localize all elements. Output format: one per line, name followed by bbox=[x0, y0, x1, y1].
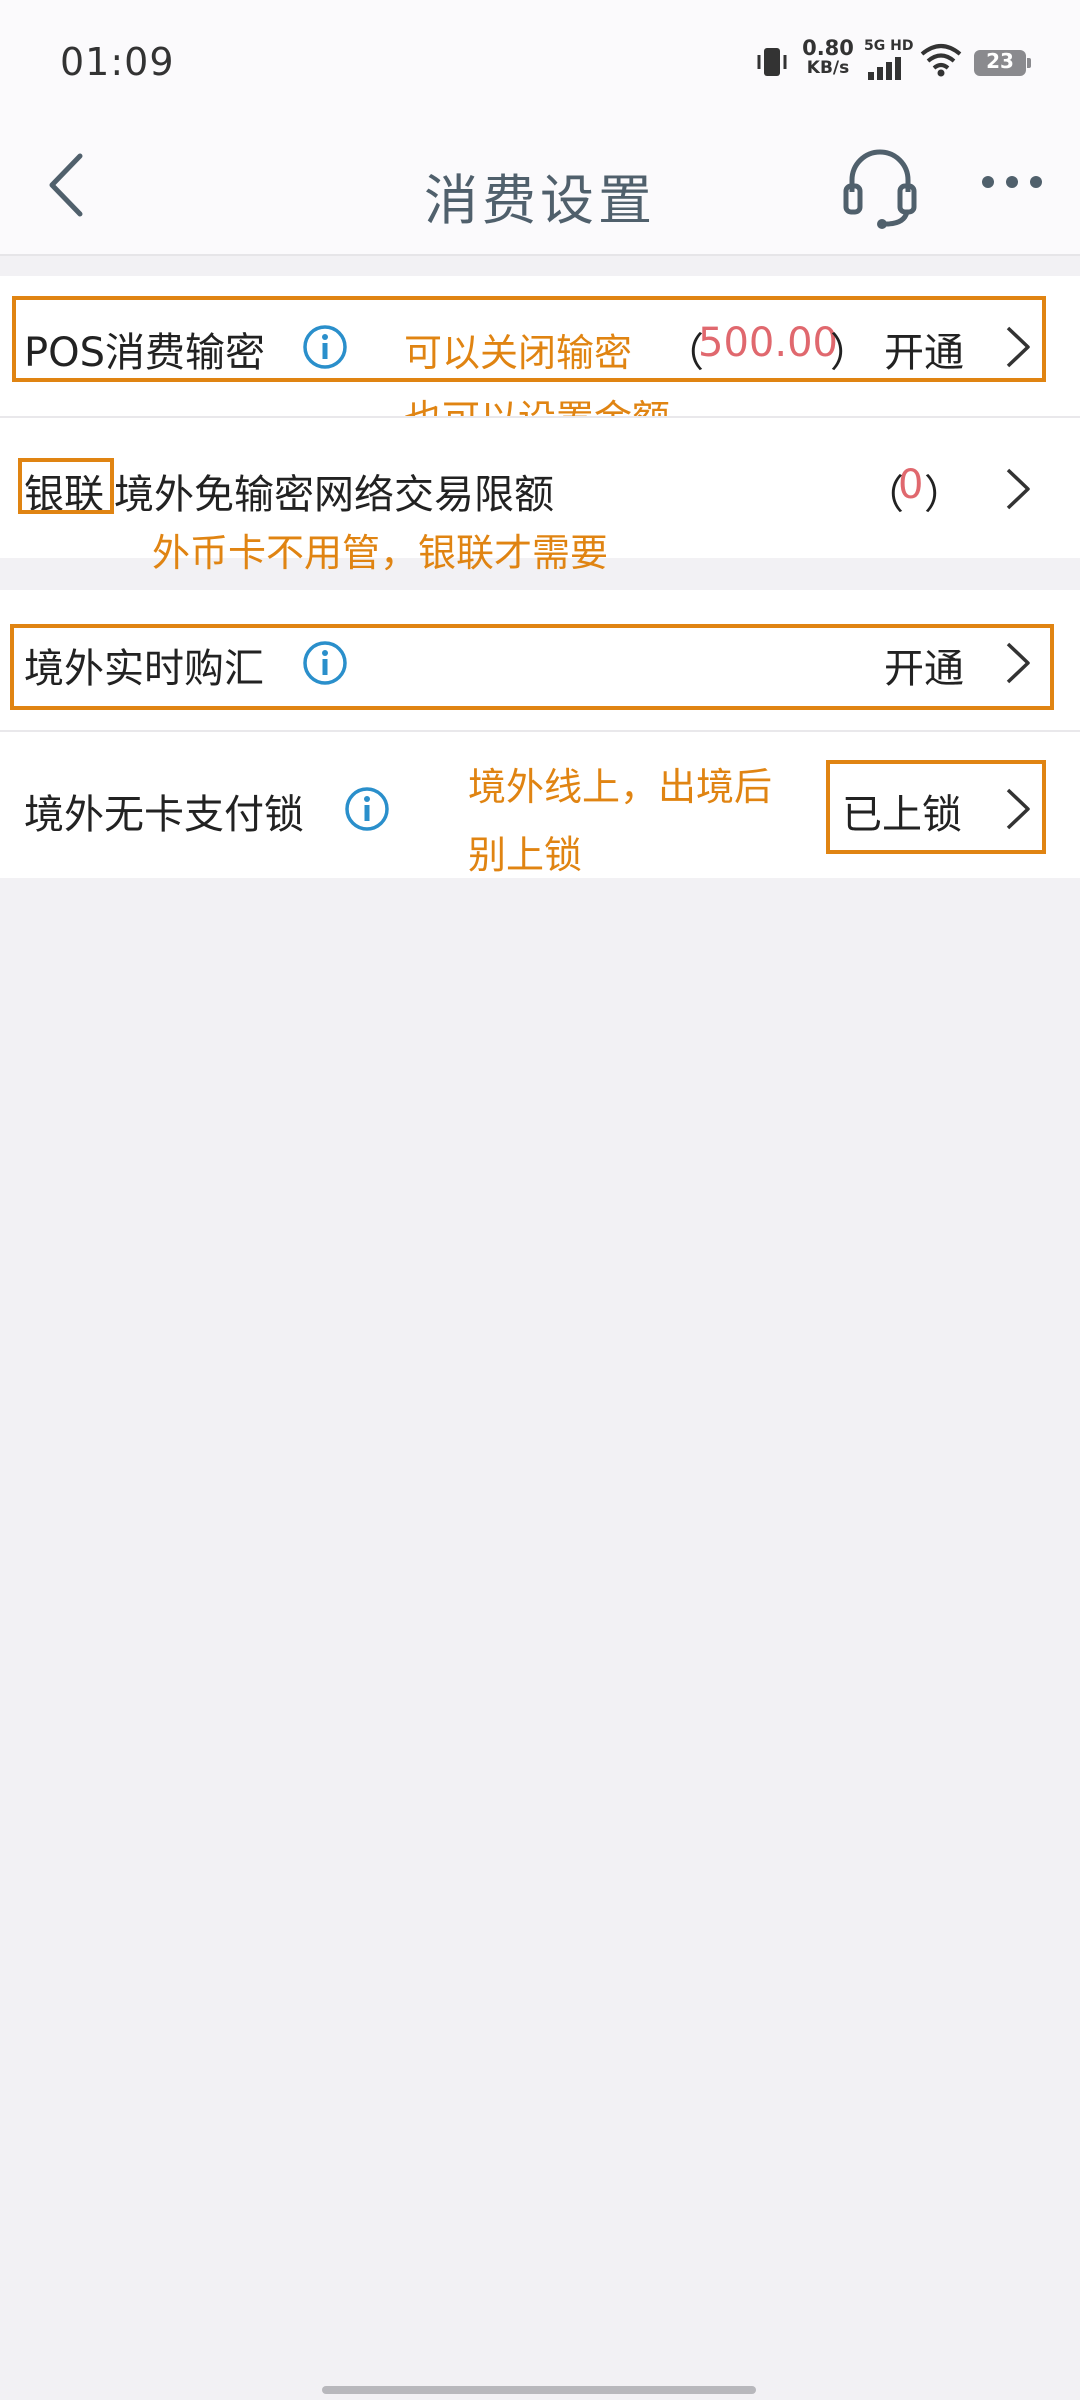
unionpay-note: 外币卡不用管，银联才需要 bbox=[152, 531, 609, 575]
net-speed: 0.80 KB/s bbox=[800, 36, 856, 79]
fx-purchase-row[interactable]: 境外实时购汇 开通 bbox=[0, 590, 1080, 730]
network-label: 5G HD bbox=[864, 38, 914, 54]
headset-icon[interactable] bbox=[840, 146, 920, 230]
cardless-lock-label: 境外无卡支付锁 bbox=[24, 792, 304, 838]
battery-icon: 23 bbox=[974, 49, 1031, 76]
unionpay-highlight-box bbox=[18, 458, 114, 514]
unionpay-label: 境外免输密网络交易限额 bbox=[114, 472, 554, 518]
fx-highlight-box bbox=[10, 624, 1054, 710]
net-speed-value: 0.80 bbox=[802, 36, 854, 60]
signal-icon bbox=[868, 57, 901, 80]
cardless-lock-row[interactable]: 境外无卡支付锁 境外线上，出境后 别上锁 已上锁 bbox=[0, 732, 1080, 878]
info-icon[interactable] bbox=[344, 786, 390, 832]
home-indicator[interactable] bbox=[322, 2386, 756, 2394]
chevron-right-icon bbox=[1006, 468, 1030, 510]
cardless-status-highlight-box bbox=[826, 760, 1046, 854]
unionpay-amount: 0 bbox=[898, 462, 924, 508]
unionpay-paren-close: ） bbox=[924, 472, 964, 518]
cardless-note-line1: 境外线上，出境后 bbox=[468, 765, 773, 809]
wifi-icon bbox=[920, 44, 962, 77]
nav-header: 消费设置 bbox=[0, 120, 1080, 256]
status-bar: 01:09 0.80 KB/s 5G HD 23 bbox=[0, 0, 1080, 120]
unionpay-limit-row[interactable]: 银联 境外免输密网络交易限额 （ 0 ） 外币卡不用管，银联才需要 bbox=[0, 418, 1080, 575]
pos-highlight-box bbox=[12, 296, 1046, 382]
status-time: 01:09 bbox=[60, 40, 175, 84]
vibrate-icon bbox=[757, 48, 787, 76]
net-speed-unit: KB/s bbox=[806, 58, 850, 78]
cardless-note-line2: 别上锁 bbox=[468, 833, 583, 877]
battery-level: 23 bbox=[986, 49, 1014, 73]
more-dots-icon[interactable] bbox=[980, 162, 1044, 202]
status-icons: 0.80 KB/s 5G HD 23 bbox=[754, 38, 1044, 88]
